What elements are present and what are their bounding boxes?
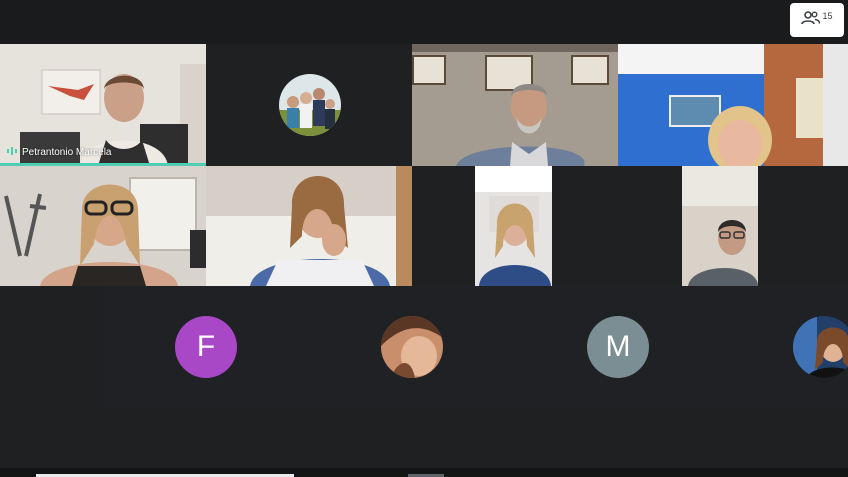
participant-video [475, 166, 552, 286]
participant-photo [381, 316, 443, 378]
participant-video [206, 166, 412, 286]
audio-level-icon [6, 146, 18, 159]
people-icon [801, 10, 821, 31]
participant-video [412, 44, 618, 166]
video-tile-group-avatar[interactable] [206, 44, 412, 166]
participant-photo [279, 74, 341, 136]
participant-photo [793, 316, 848, 378]
top-bar: 15 [0, 0, 848, 44]
video-tile-man-office[interactable] [412, 44, 618, 166]
participant-count: 15 [822, 11, 833, 21]
participant-video [0, 166, 206, 286]
video-tile-petrantonio-marcela[interactable]: Petrantonio Marcela [0, 44, 206, 166]
avatar-initial: M [605, 330, 631, 363]
avatar: F [175, 316, 237, 378]
avatar-tile-m[interactable]: M [515, 286, 721, 408]
avatar-tile-photo[interactable] [309, 286, 515, 408]
video-tile-woman-chin-hand[interactable] [206, 166, 412, 286]
participant-name: Petrantonio Marcela [22, 147, 112, 158]
video-tile-woman-glasses[interactable] [0, 166, 206, 286]
video-tile-man-glasses[interactable] [682, 166, 758, 286]
avatar: M [587, 316, 649, 378]
avatar-initial: F [196, 330, 216, 363]
video-tile-woman-blue-room[interactable] [618, 44, 848, 166]
video-tile-woman-blonde[interactable] [475, 166, 552, 286]
participant-video [618, 44, 848, 166]
participant-video [682, 166, 758, 286]
participant-name-label: Petrantonio Marcela [6, 146, 112, 159]
avatar-tile-partial[interactable] [721, 286, 848, 408]
avatar-tile-f[interactable]: F [103, 286, 309, 408]
participants-button[interactable]: 15 [790, 3, 844, 37]
